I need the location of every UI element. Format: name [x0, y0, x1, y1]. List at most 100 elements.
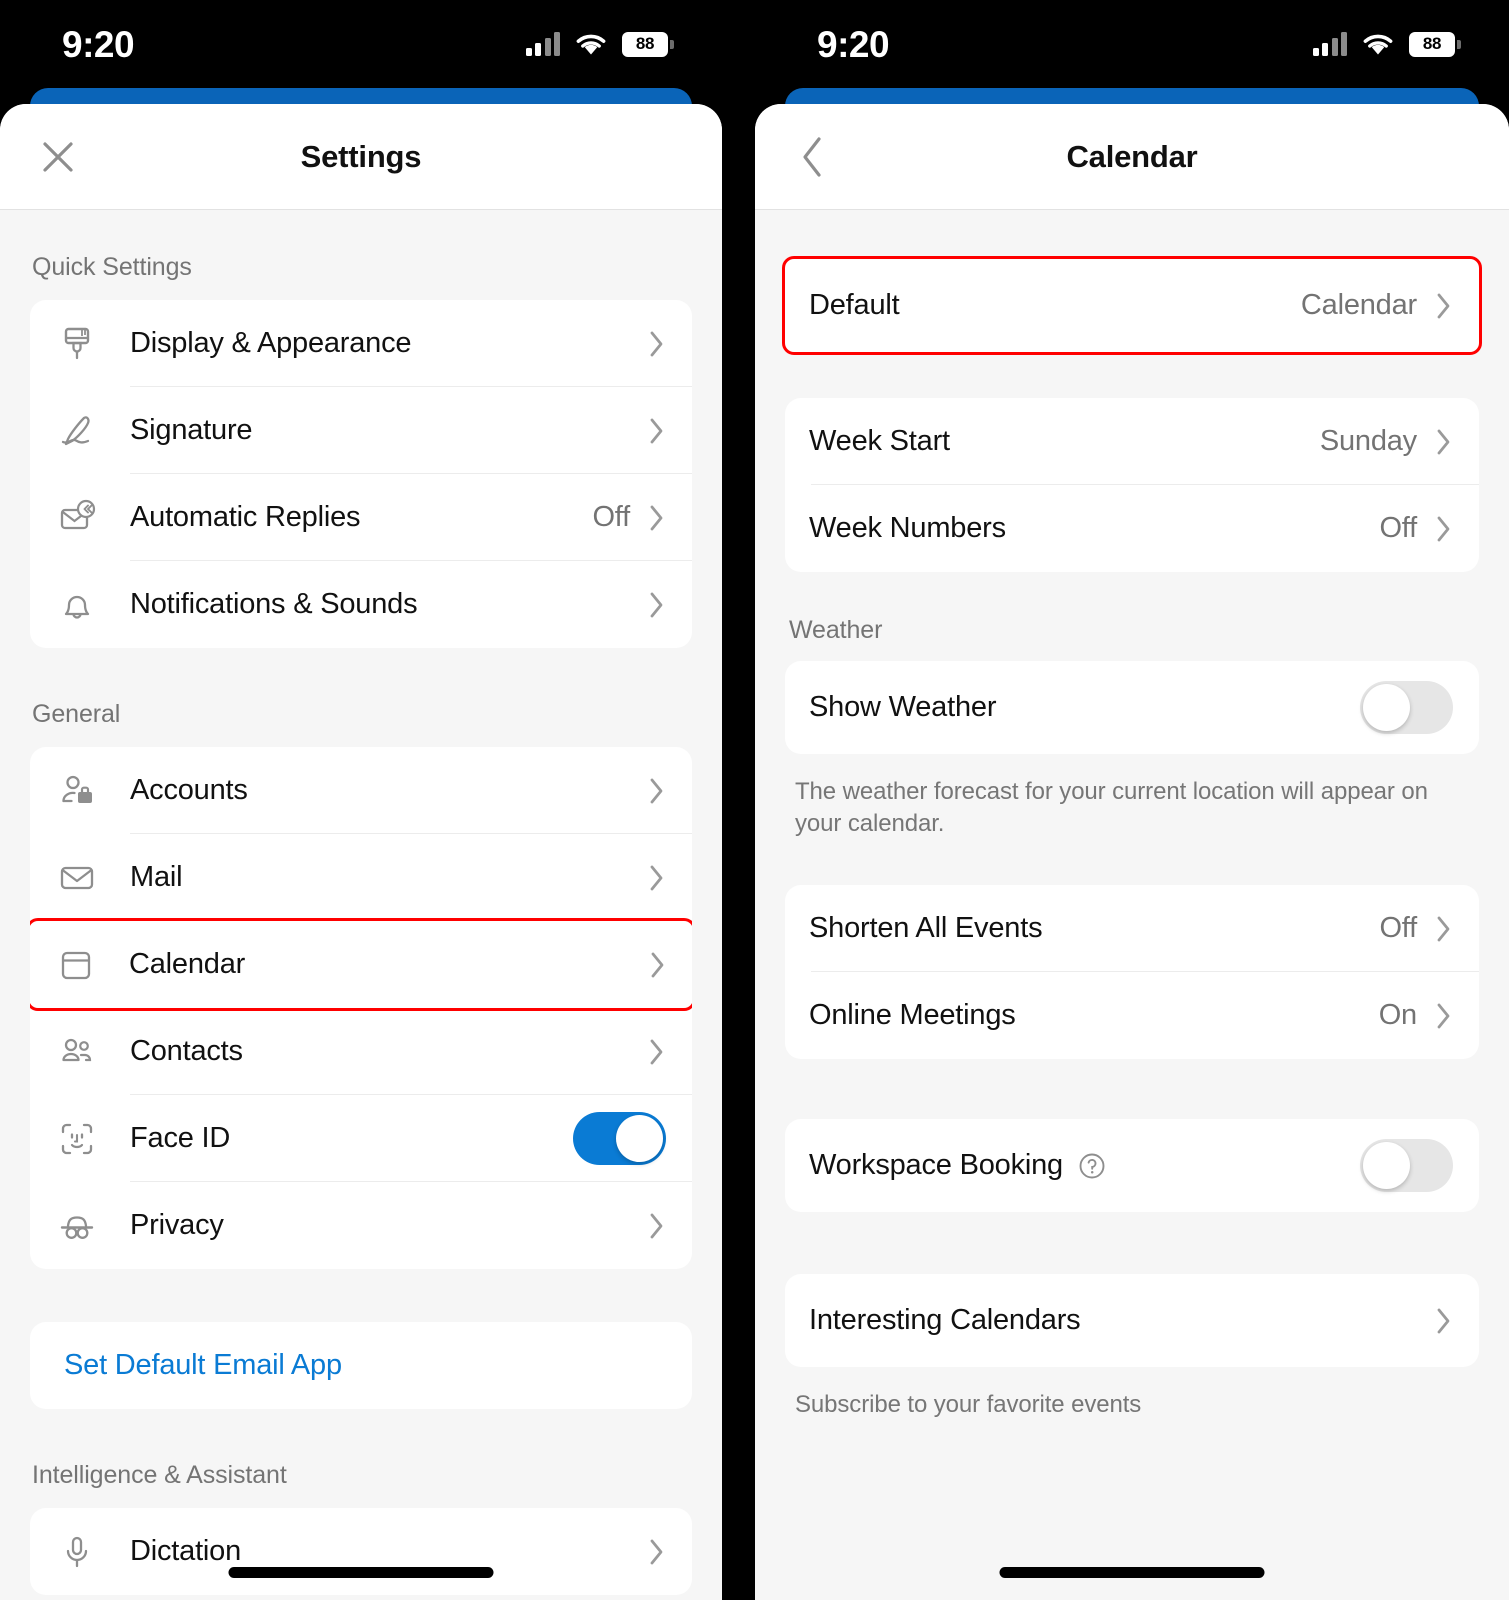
row-week-start[interactable]: Week Start Sunday — [785, 398, 1479, 485]
set-default-email-app-label: Set Default Email App — [64, 1349, 342, 1381]
sidebar-item-label: Contacts — [130, 1035, 243, 1067]
close-icon[interactable] — [30, 129, 86, 185]
row-value: Off — [1379, 912, 1417, 945]
card-quick-settings: Display & Appearance Signature Automatic… — [30, 300, 692, 648]
signature-pen-icon — [54, 408, 100, 454]
face-id-toggle[interactable] — [573, 1112, 666, 1165]
sidebar-item-privacy[interactable]: Privacy — [30, 1182, 692, 1269]
settings-list[interactable]: Quick Settings Display & Appearance Sign… — [0, 211, 722, 1600]
card-intelligence: Dictation — [30, 1508, 692, 1595]
sidebar-item-label: Privacy — [130, 1209, 224, 1241]
sidebar-item-face-id[interactable]: Face ID — [30, 1095, 692, 1182]
chevron-left-icon[interactable] — [785, 129, 841, 185]
sidebar-item-label: Signature — [130, 414, 253, 446]
row-label: Online Meetings — [809, 999, 1016, 1032]
interesting-calendars-footnote: Subscribe to your favorite events — [795, 1391, 1142, 1419]
sidebar-item-label: Automatic Replies — [130, 501, 361, 533]
battery-level-label: 88 — [1422, 34, 1442, 53]
card-weather: Show Weather — [785, 661, 1479, 754]
paintbrush-icon — [54, 321, 100, 367]
calendar-settings-list[interactable]: Default Calendar Week Start Sunday Week … — [755, 211, 1509, 1600]
sidebar-item-label: Display & Appearance — [130, 327, 412, 359]
card-interesting-calendars: Interesting Calendars — [785, 1274, 1479, 1368]
row-workspace-booking[interactable]: Workspace Booking — [785, 1119, 1479, 1212]
chevron-right-icon — [1435, 1001, 1453, 1031]
wifi-icon — [1361, 32, 1395, 57]
chevron-right-icon — [648, 1537, 666, 1567]
card-default-email-app: Set Default Email App — [30, 1322, 692, 1409]
chevron-right-icon — [648, 1037, 666, 1067]
workspace-booking-toggle[interactable] — [1360, 1139, 1453, 1193]
chevron-right-icon — [648, 416, 666, 446]
set-default-email-app-button[interactable]: Set Default Email App — [30, 1322, 692, 1409]
battery-icon: 88 — [1409, 31, 1461, 57]
envelope-icon — [54, 855, 100, 901]
row-value: Off — [1379, 512, 1417, 544]
section-header-intelligence-assistant: Intelligence & Assistant — [32, 1461, 287, 1489]
sidebar-item-contacts[interactable]: Contacts — [30, 1008, 692, 1095]
chevron-right-icon — [648, 776, 666, 806]
settings-sheet: Settings Quick Settings Display & Appear… — [0, 104, 722, 1600]
card-week-options: Week Start Sunday Week Numbers Off — [785, 398, 1479, 572]
status-bar-time: 9:20 — [62, 23, 135, 65]
calendar-icon — [53, 942, 99, 988]
section-header-weather: Weather — [789, 616, 883, 644]
sidebar-item-label: Notifications & Sounds — [130, 588, 418, 620]
row-online-meetings[interactable]: Online Meetings On — [785, 972, 1479, 1059]
sidebar-item-label: Accounts — [130, 774, 248, 806]
section-header-general: General — [32, 700, 121, 728]
row-label: Shorten All Events — [809, 912, 1043, 945]
card-workspace-booking: Workspace Booking — [785, 1119, 1479, 1213]
chevron-right-icon — [1435, 914, 1453, 944]
row-week-numbers[interactable]: Week Numbers Off — [785, 485, 1479, 572]
chevron-right-icon — [648, 1211, 666, 1241]
calendar-navbar: Calendar — [755, 104, 1509, 210]
sidebar-item-signature[interactable]: Signature — [30, 387, 692, 474]
card-default-calendar: Default Calendar — [782, 256, 1482, 355]
chevron-right-icon — [1435, 291, 1453, 321]
row-show-weather[interactable]: Show Weather — [785, 661, 1479, 754]
page-title: Settings — [300, 138, 422, 174]
sidebar-item-mail[interactable]: Mail — [30, 834, 692, 921]
chevron-right-icon — [649, 950, 667, 980]
screenshot-stage: 9:20 88 Settings Quick Settings Display … — [0, 0, 1509, 1600]
face-id-icon — [54, 1116, 100, 1162]
row-label: Interesting Calendars — [809, 1304, 1081, 1337]
row-value: Off — [592, 501, 630, 533]
sidebar-item-calendar[interactable]: Calendar — [30, 918, 692, 1011]
section-header-quick-settings: Quick Settings — [32, 253, 192, 281]
sidebar-item-notifications-sounds[interactable]: Notifications & Sounds — [30, 561, 692, 648]
row-value: Calendar — [1300, 289, 1417, 321]
cellular-signal-icon — [1312, 32, 1347, 56]
row-interesting-calendars[interactable]: Interesting Calendars — [785, 1274, 1479, 1367]
row-value: Sunday — [1319, 425, 1417, 457]
chevron-right-icon — [1435, 514, 1453, 544]
help-circle-icon[interactable] — [1077, 1151, 1107, 1181]
chevron-right-icon — [1435, 1306, 1453, 1336]
battery-icon: 88 — [622, 31, 674, 57]
status-bar-indicators: 88 — [1312, 31, 1461, 57]
page-title: Calendar — [1066, 138, 1198, 174]
chevron-right-icon — [648, 863, 666, 893]
privacy-hat-icon — [54, 1203, 100, 1249]
account-briefcase-icon — [54, 768, 100, 814]
row-shorten-all-events[interactable]: Shorten All Events Off — [785, 885, 1479, 973]
sidebar-item-label: Calendar — [129, 948, 246, 980]
weather-footnote: The weather forecast for your current lo… — [795, 778, 1428, 837]
phone-right-calendar: 9:20 88 Calendar Default Calendar Week S… — [755, 0, 1509, 1600]
chevron-right-icon — [648, 329, 666, 359]
sidebar-item-dictation[interactable]: Dictation — [30, 1508, 692, 1595]
calendar-sheet: Calendar Default Calendar Week Start Sun… — [755, 104, 1509, 1600]
sidebar-item-accounts[interactable]: Accounts — [30, 747, 692, 834]
chevron-right-icon — [648, 590, 666, 620]
microphone-icon — [54, 1529, 100, 1575]
row-default-calendar[interactable]: Default Calendar — [785, 259, 1479, 352]
show-weather-toggle[interactable] — [1360, 681, 1453, 734]
card-events: Shorten All Events Off Online Meetings O… — [785, 885, 1479, 1060]
home-indicator-right — [999, 1567, 1265, 1578]
sidebar-item-automatic-replies[interactable]: Automatic Replies Off — [30, 474, 692, 561]
row-label: Week Numbers — [809, 512, 1006, 544]
chevron-right-icon — [1435, 427, 1453, 457]
sidebar-item-display-appearance[interactable]: Display & Appearance — [30, 300, 692, 387]
contacts-icon — [54, 1029, 100, 1075]
